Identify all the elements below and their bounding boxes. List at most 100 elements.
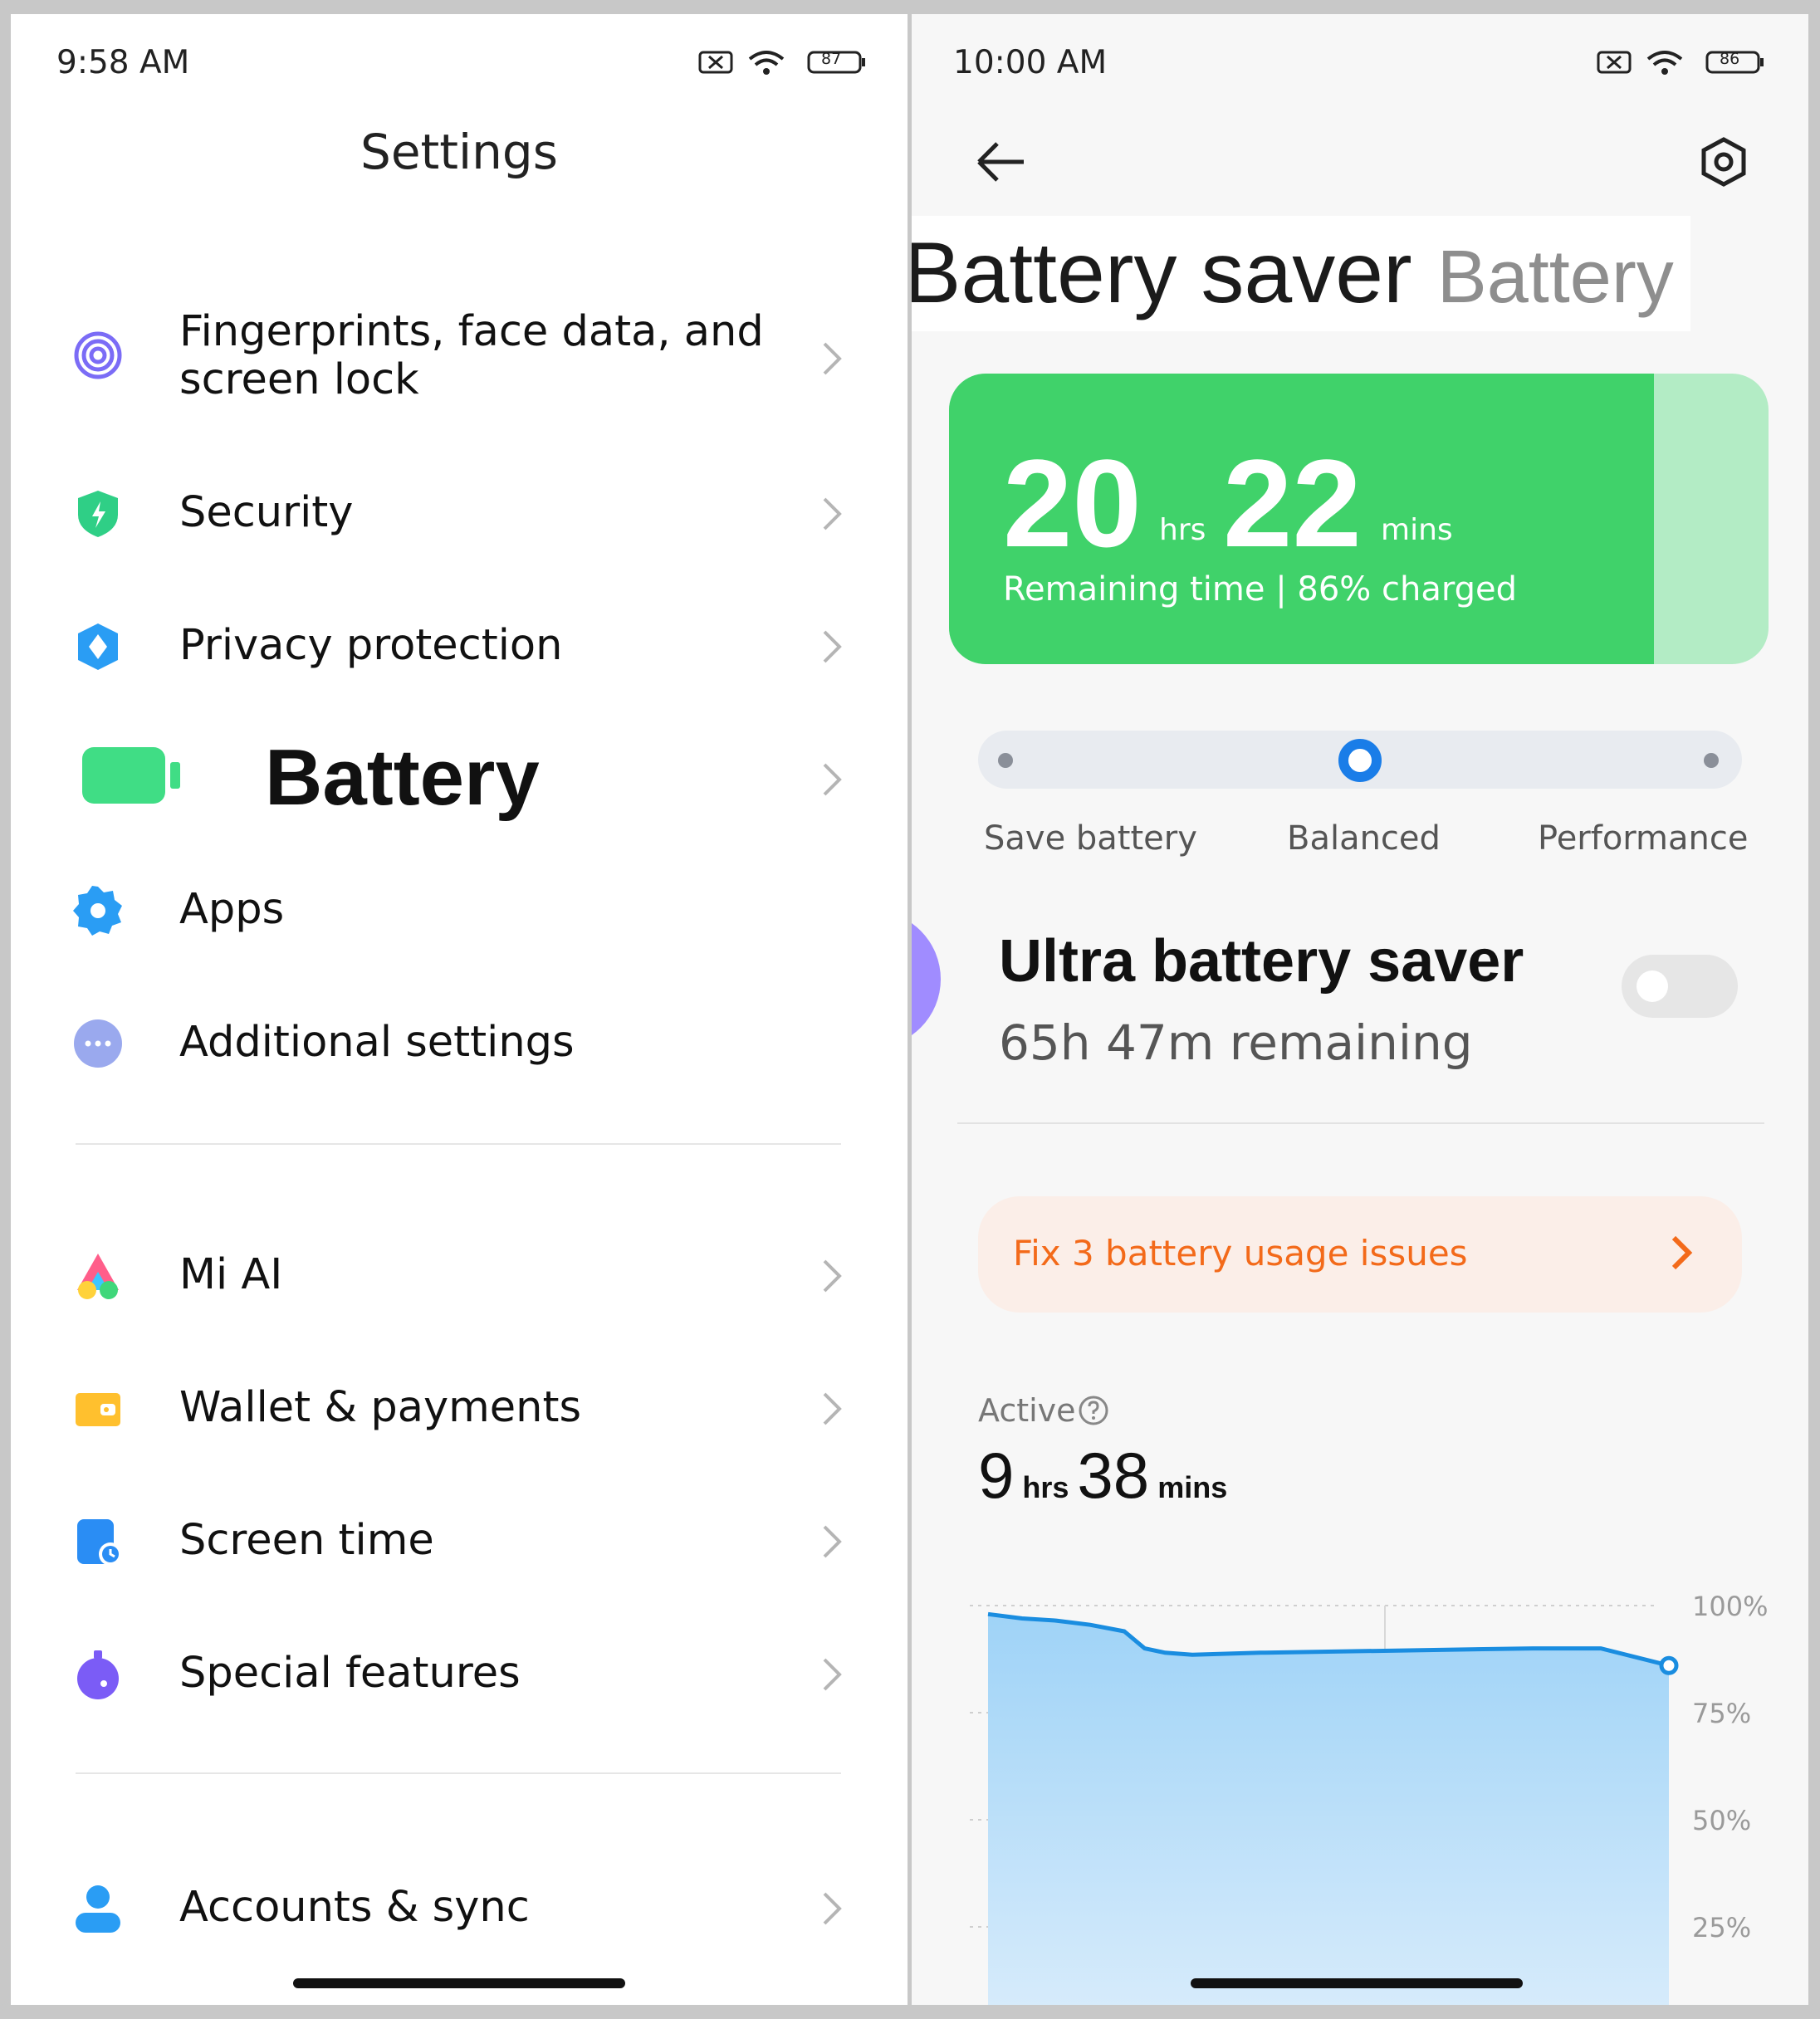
page-title-text: Battery saver [912, 225, 1412, 321]
settings-item-label: Privacy protection [179, 621, 563, 670]
battery-level-chart: 100% 75% 50% 25% [970, 1591, 1768, 2005]
status-time: 10:00 AM [953, 44, 1108, 81]
apps-gear-icon [73, 886, 122, 936]
settings-item-mi-ai[interactable]: Mi AI [11, 1243, 908, 1309]
special-features-icon [77, 1650, 119, 1699]
ultra-saver-badge [912, 911, 941, 1048]
mins-unit: mins [1381, 513, 1453, 547]
settings-item-label: Fingerprints, face data, and screen lock [179, 307, 764, 404]
battery-percent-text: 87 [821, 50, 842, 68]
settings-item-label: Battery [265, 733, 540, 822]
home-indicator[interactable] [1191, 1978, 1523, 1988]
chevron-right-icon [823, 1658, 842, 1691]
chevron-right-icon [823, 1259, 842, 1293]
settings-item-special-features[interactable]: Special features [11, 1641, 908, 1708]
settings-item-label: Accounts & sync [179, 1883, 530, 1932]
mi-ai-icon [77, 1254, 119, 1299]
help-icon[interactable] [1078, 1395, 1109, 1426]
no-sim-icon [1597, 51, 1632, 74]
wifi-icon [1646, 51, 1683, 75]
screen-time-icon [77, 1519, 122, 1566]
settings-item-label: Security [179, 488, 354, 537]
active-hours-unit: hrs [1022, 1470, 1069, 1504]
no-sim-icon [698, 51, 733, 74]
active-mins-unit: mins [1157, 1470, 1228, 1504]
chevron-right-icon [823, 497, 842, 530]
home-indicator[interactable] [293, 1978, 625, 1988]
fingerprint-icon [74, 331, 122, 379]
chevron-right-icon [823, 1392, 842, 1425]
settings-item-label: Screen time [179, 1516, 434, 1565]
battery-current-point [1659, 1655, 1679, 1675]
remaining-hours: 20 [1003, 433, 1142, 573]
fix-issues-label: Fix 3 battery usage issues [1013, 1233, 1468, 1273]
remaining-mins: 22 [1223, 433, 1362, 573]
section-divider [957, 1122, 1764, 1124]
settings-item-label: Special features [179, 1649, 521, 1698]
settings-item-label: Apps [179, 885, 285, 934]
battery-icon [82, 747, 180, 804]
chevron-right-icon [823, 1892, 842, 1925]
hours-unit: hrs [1159, 513, 1206, 547]
mode-label-save[interactable]: Save battery [984, 819, 1197, 858]
performance-mode-slider[interactable] [978, 731, 1742, 789]
status-icons: 86 [1597, 46, 1779, 79]
fix-issues-button[interactable]: Fix 3 battery usage issues [978, 1196, 1742, 1313]
mode-label-performance[interactable]: Performance [1538, 819, 1748, 858]
shield-icon [78, 491, 118, 537]
wallet-icon [76, 1393, 120, 1426]
account-icon [76, 1885, 120, 1933]
settings-item-apps[interactable]: Apps [11, 878, 908, 944]
remaining-caption: Remaining time | 86% charged [1003, 570, 1518, 609]
settings-item-additional[interactable]: Additional settings [11, 1010, 908, 1077]
chevron-right-icon [823, 763, 842, 796]
settings-item-label: Wallet & payments [179, 1383, 582, 1432]
settings-item-label: Mi AI [179, 1250, 283, 1299]
battery-percent-text: 86 [1720, 50, 1740, 68]
active-label: Active [978, 1392, 1076, 1429]
battery-area [988, 1614, 1669, 2005]
active-time: 9 hrs 38 mins [978, 1438, 1235, 1513]
chevron-right-icon [823, 1525, 842, 1558]
active-mins: 38 [1077, 1439, 1150, 1512]
status-icons: 87 [698, 46, 881, 79]
ultra-saver-toggle[interactable] [1622, 955, 1738, 1018]
section-divider [76, 1772, 841, 1774]
page-title: Battery saver Battery [912, 216, 1690, 331]
mode-stop-save[interactable] [998, 753, 1013, 768]
status-time: 9:58 AM [56, 44, 190, 81]
settings-item-fingerprints[interactable]: Fingerprints, face data, and screen lock [11, 303, 908, 411]
settings-item-privacy[interactable]: Privacy protection [11, 614, 908, 680]
mode-label-balanced[interactable]: Balanced [1287, 819, 1441, 858]
settings-item-battery[interactable]: Battery [11, 724, 908, 832]
section-divider [76, 1143, 841, 1145]
active-hours: 9 [978, 1439, 1015, 1512]
more-dots-icon [74, 1019, 122, 1068]
page-title: Settings [360, 124, 558, 180]
wifi-icon [748, 51, 785, 75]
ultra-saver-title: Ultra battery saver [999, 928, 1524, 995]
y-tick-label: 25% [1692, 1912, 1751, 1943]
mode-stop-performance[interactable] [1704, 753, 1719, 768]
settings-item-accounts[interactable]: Accounts & sync [11, 1875, 908, 1942]
back-arrow-icon[interactable] [974, 139, 1029, 185]
privacy-icon [78, 623, 118, 670]
settings-item-screen-time[interactable]: Screen time [11, 1508, 908, 1575]
chevron-right-icon [1671, 1235, 1693, 1270]
mode-slider-knob[interactable] [1338, 739, 1382, 782]
chevron-right-icon [823, 342, 842, 375]
page-subtitle: Battery [1436, 236, 1674, 319]
ultra-saver-subtitle: 65h 47m remaining [999, 1014, 1473, 1071]
y-tick-label: 75% [1692, 1698, 1751, 1729]
y-tick-label: 50% [1692, 1805, 1751, 1836]
y-tick-label: 100% [1692, 1591, 1768, 1622]
settings-item-security[interactable]: Security [11, 481, 908, 547]
settings-screen: 9:58 AM 87 Settings Fingerprints, face d… [11, 14, 908, 2005]
toggle-thumb [1637, 970, 1668, 1002]
lightning-icon [912, 911, 941, 1048]
settings-gear-icon[interactable] [1699, 137, 1749, 187]
remaining-time-card: 20 hrs 22 mins Remaining time | 86% char… [949, 374, 1769, 664]
chevron-right-icon [823, 630, 842, 663]
battery-saver-screen: 10:00 AM 86 Battery saver Battery 20 hrs… [912, 14, 1808, 2005]
settings-item-wallet[interactable]: Wallet & payments [11, 1376, 908, 1442]
